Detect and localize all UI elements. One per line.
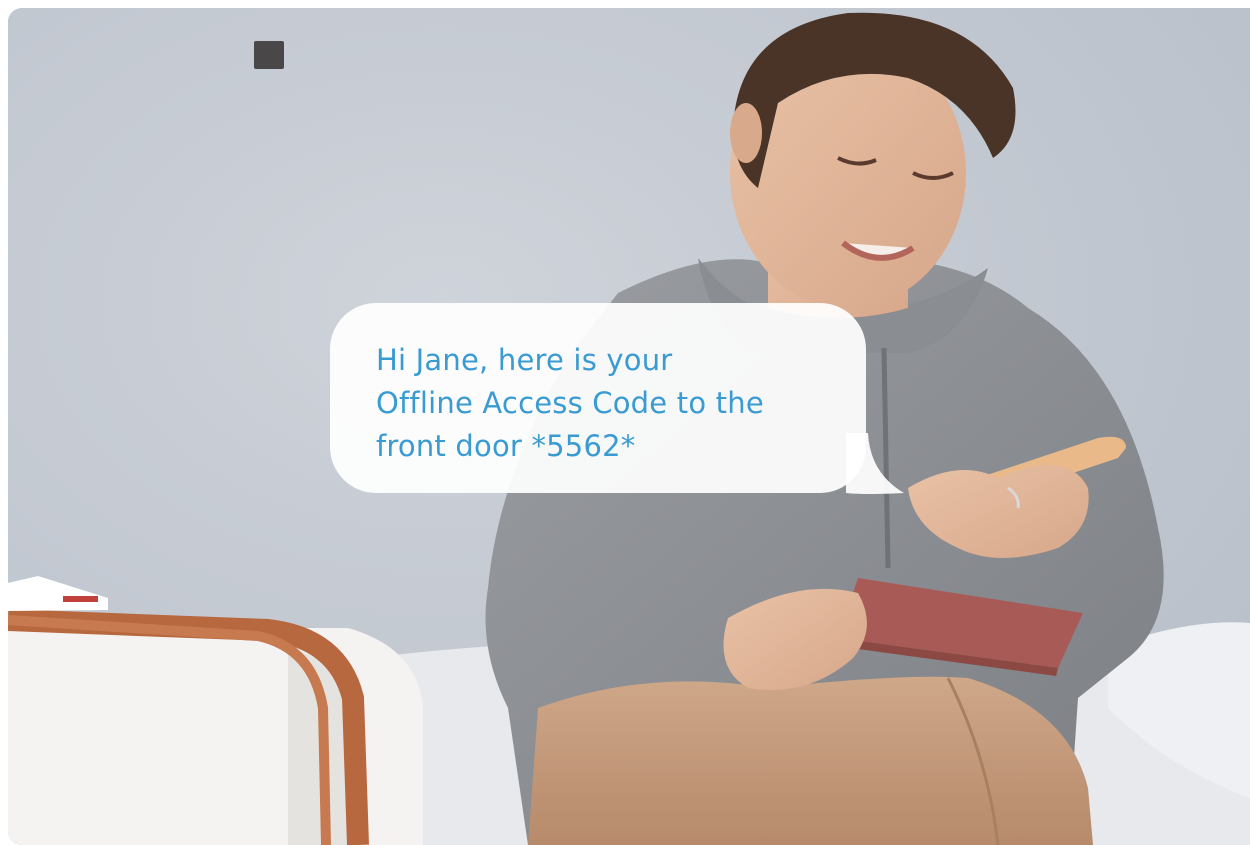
tan-bag [528,676,1093,845]
luggage-tag-stripe [63,596,98,602]
ear [730,103,762,163]
access-code-message: Hi Jane, here is your Offline Access Cod… [376,343,764,463]
speech-bubble: Hi Jane, here is your Offline Access Cod… [330,303,866,493]
photo-frame: Hi Jane, here is your Offline Access Cod… [8,8,1250,845]
wall-outlet [254,41,284,69]
